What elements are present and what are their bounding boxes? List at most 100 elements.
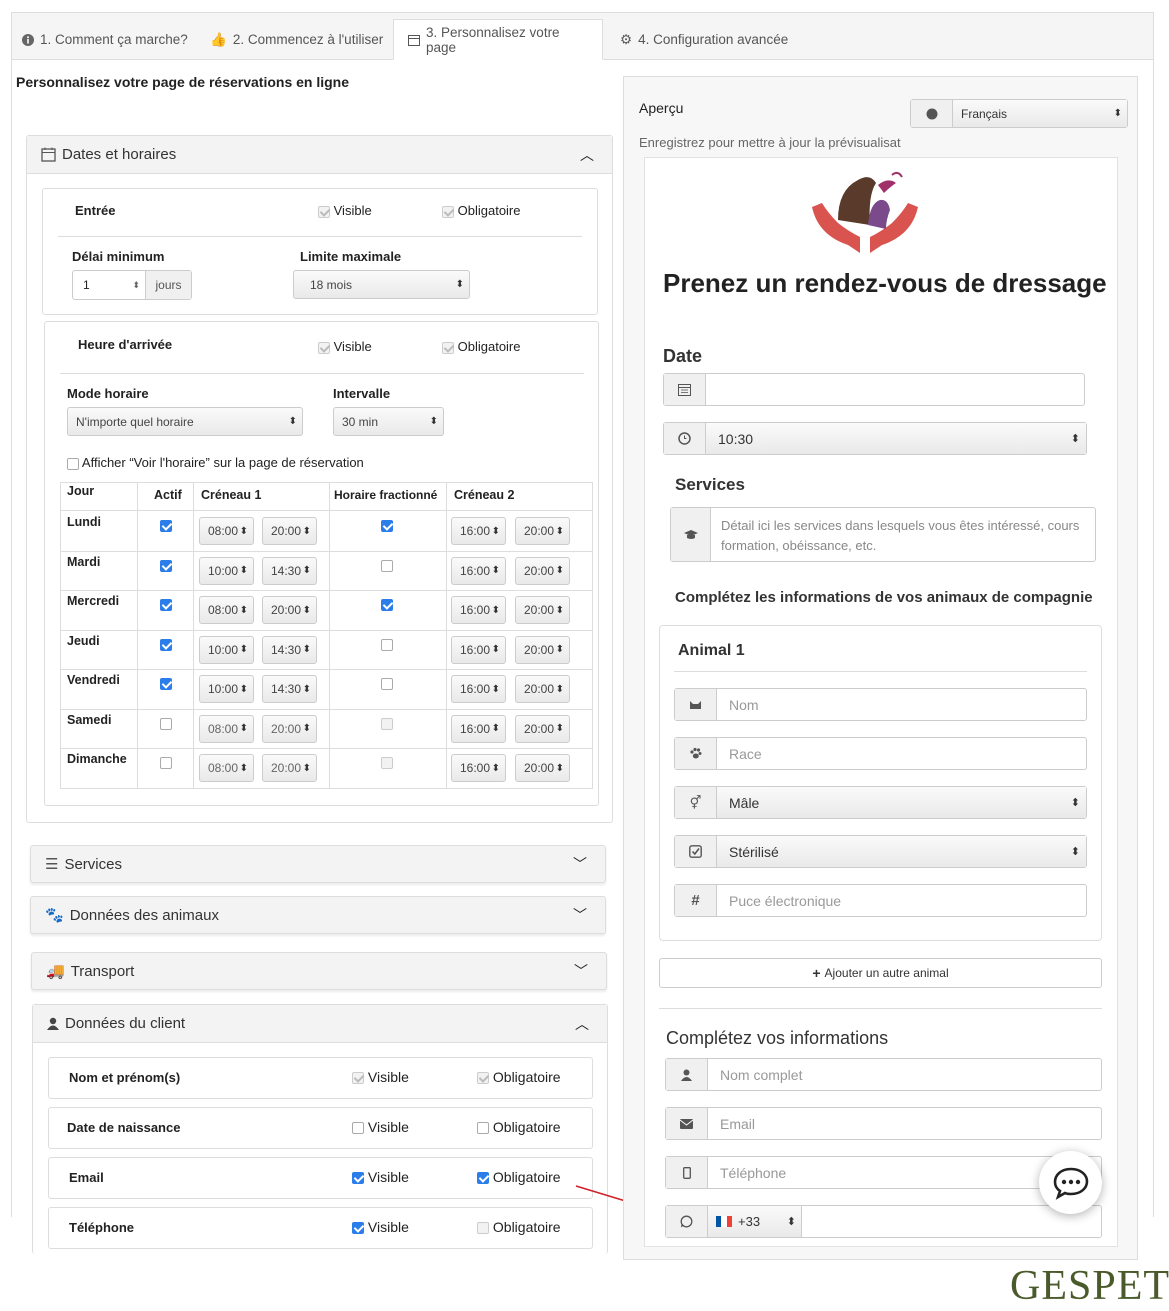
day-label: Jeudi [67, 633, 100, 648]
client-visible-checkbox[interactable]: Visible [352, 1069, 409, 1085]
calendar-icon [408, 34, 420, 46]
time-select[interactable]: 16:00 [451, 675, 506, 703]
time-select[interactable]: 20:00 [262, 517, 317, 545]
date-input[interactable] [663, 373, 1085, 406]
divider [60, 373, 584, 374]
fractionne-checkbox[interactable] [381, 599, 393, 611]
time-select[interactable]: 20:00 [515, 714, 570, 743]
time-select[interactable]: 16:00 [451, 714, 506, 743]
client-obligatoire-checkbox[interactable]: Obligatoire [477, 1069, 561, 1085]
animaux-header[interactable]: 🐾 Données des animaux ﹀ [30, 896, 606, 934]
animal-race-input[interactable]: Race [674, 737, 1087, 770]
client-label: Données du client [65, 1015, 186, 1032]
actif-checkbox[interactable] [160, 559, 172, 572]
animal-puce-input[interactable]: # Puce électronique [674, 884, 1087, 917]
country-code-select[interactable]: +33 ⬍ [708, 1206, 802, 1237]
time-select[interactable]: 20:00 [515, 596, 570, 624]
entree-obligatoire[interactable]: Obligatoire [442, 203, 521, 218]
fractionne-checkbox[interactable] [381, 520, 393, 532]
day-label: Vendredi [67, 673, 120, 687]
whatsapp-input[interactable]: +33 ⬍ [665, 1205, 1102, 1238]
client-visible-checkbox[interactable]: Visible [352, 1169, 409, 1185]
actif-checkbox[interactable] [160, 678, 172, 690]
fractionne-checkbox[interactable] [381, 757, 393, 769]
time-select[interactable]: 16:00 [451, 635, 506, 664]
time-select[interactable]: 16:00 [451, 754, 506, 782]
chevron-up-icon: ︿ [580, 146, 594, 163]
client-obligatoire-checkbox[interactable]: Obligatoire [477, 1219, 561, 1235]
transport-label: Transport [70, 962, 135, 980]
time-select[interactable]: 20:00 [262, 714, 317, 743]
tab-personnalisez[interactable]: 3. Personnalisez votre page [393, 19, 603, 60]
fractionne-checkbox[interactable] [381, 638, 393, 651]
chat-button[interactable] [1039, 1151, 1102, 1214]
tab-commencez[interactable]: 👍 2. Commencez à l'utiliser [210, 19, 383, 60]
heure-obligatoire[interactable]: Obligatoire [442, 339, 521, 354]
time-select[interactable]: 20:00 [515, 556, 570, 585]
delai-input[interactable]: 1 ⬍ jours [72, 270, 192, 300]
time-select[interactable]: 16:00 [451, 596, 506, 624]
tab-configuration[interactable]: ⚙ 4. Configuration avancée [620, 19, 788, 60]
client-obligatoire-checkbox[interactable]: Obligatoire [477, 1169, 561, 1185]
time-select[interactable]: 16:00 [451, 556, 506, 585]
time-select[interactable]: 14:30 [262, 556, 317, 585]
actif-checkbox[interactable] [160, 599, 172, 611]
time-select[interactable]: 10:00 [199, 556, 254, 585]
email-input[interactable]: Email [665, 1107, 1102, 1140]
actif-checkbox[interactable] [160, 717, 172, 730]
time-select[interactable]: 20:00 [515, 517, 570, 545]
chevron-down-icon: ﹀ [573, 907, 587, 923]
actif-checkbox[interactable] [160, 638, 172, 651]
time-select[interactable]: 20:00 [515, 754, 570, 782]
mode-select[interactable]: N'importe quel horaire [67, 407, 303, 436]
telephone-input[interactable]: Téléphone [665, 1156, 1102, 1189]
time-select[interactable]: 10:00 [199, 675, 254, 703]
intervalle-select[interactable]: 30 min [333, 407, 444, 436]
time-select[interactable]: 20:00 [515, 635, 570, 664]
actif-checkbox[interactable] [160, 757, 172, 769]
tab-comment[interactable]: 1. Comment ça marche? [22, 19, 188, 60]
time-select[interactable]: 16:00 [451, 517, 506, 545]
calendar-icon [664, 374, 706, 405]
animal-sex-select[interactable]: ⚥ Mâle [674, 786, 1087, 819]
client-visible-checkbox[interactable]: Visible [352, 1219, 409, 1235]
time-select[interactable]: 14:30 [262, 635, 317, 664]
animal-sterilise-select[interactable]: Stérilisé [674, 835, 1087, 868]
services-textarea[interactable]: Détail ici les services dans lesquels vo… [670, 507, 1096, 562]
divider [659, 1008, 1102, 1009]
time-select[interactable]: 20:00 [262, 596, 317, 624]
dates-header[interactable]: Dates et horaires ︿ [27, 136, 612, 174]
plus-icon: + [812, 965, 821, 981]
fractionne-checkbox[interactable] [381, 678, 393, 690]
time-select[interactable]: 10:00 [199, 635, 254, 664]
time-select[interactable]: 20:00 [262, 754, 317, 782]
time-select[interactable]: 08:00 [199, 517, 254, 545]
time-select[interactable]: 08:00 [199, 754, 254, 782]
afficher-checkbox[interactable]: Afficher “Voir l'horaire” sur la page de… [67, 455, 364, 470]
column-header: Actif [154, 488, 182, 502]
time-select[interactable]: 10:30 [663, 422, 1087, 455]
services-preview-label: Services [675, 475, 745, 494]
add-animal-button[interactable]: + Ajouter un autre animal [659, 958, 1102, 988]
client-header[interactable]: Données du client ︿ [33, 1005, 607, 1043]
fullname-input[interactable]: Nom complet [665, 1058, 1102, 1091]
time-select[interactable]: 20:00 [515, 675, 570, 703]
services-header[interactable]: ☰ Services ﹀ [30, 845, 606, 883]
animal-name-input[interactable]: Nom [674, 688, 1087, 721]
time-select[interactable]: 08:00 [199, 714, 254, 743]
client-visible-checkbox[interactable]: Visible [352, 1119, 409, 1135]
client-field-label: Nom et prénom(s) [69, 1070, 181, 1085]
heure-visible[interactable]: Visible [318, 339, 372, 354]
time-select[interactable]: 14:30 [262, 675, 317, 703]
limite-select[interactable]: 18 mois [293, 270, 470, 299]
language-select[interactable]: Français ⬍ [910, 99, 1128, 128]
actif-checkbox[interactable] [160, 520, 172, 532]
fractionne-checkbox[interactable] [381, 717, 393, 730]
client-obligatoire-checkbox[interactable]: Obligatoire [477, 1119, 561, 1135]
transport-header[interactable]: 🚚 Transport ﹀ [31, 952, 607, 990]
preview-note: Enregistrez pour mettre à jour la prévis… [639, 135, 901, 150]
entree-visible[interactable]: Visible [318, 203, 372, 218]
fractionne-checkbox[interactable] [381, 559, 393, 572]
time-select[interactable]: 08:00 [199, 596, 254, 624]
gender-icon: ⚥ [675, 787, 717, 818]
